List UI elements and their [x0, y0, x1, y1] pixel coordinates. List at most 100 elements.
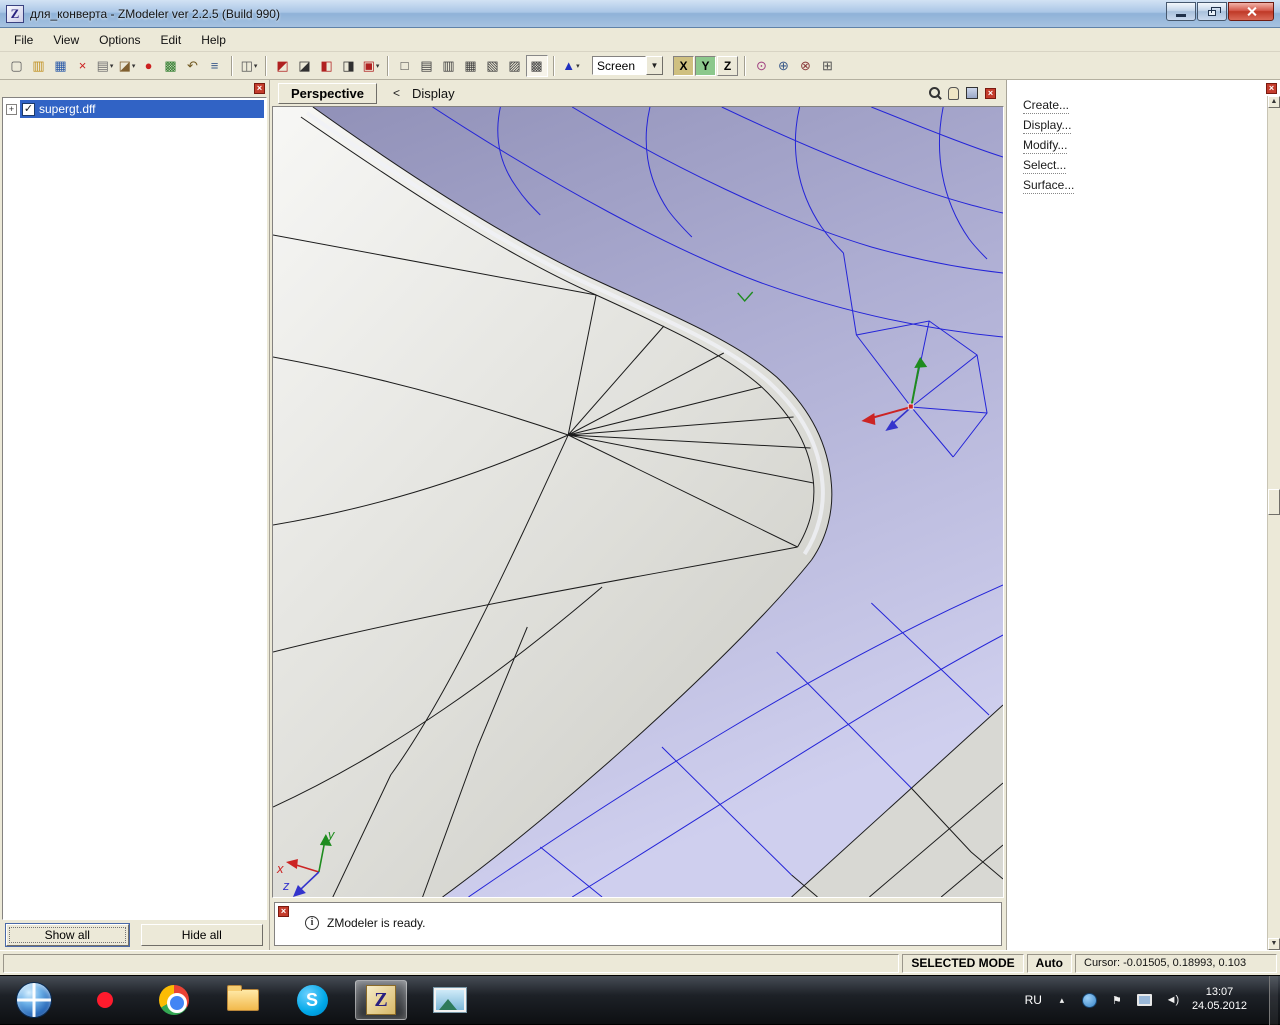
- screen-mode-value[interactable]: Screen: [592, 56, 646, 75]
- view-toggle-icon-5[interactable]: ▧: [482, 55, 504, 77]
- perspective-button[interactable]: Perspective: [278, 82, 377, 104]
- new-file-icon[interactable]: ▢: [6, 55, 28, 77]
- view-toggle-icon-4[interactable]: ▦: [460, 55, 482, 77]
- undo-icon[interactable]: ↶: [182, 55, 204, 77]
- paste-icon[interactable]: ▤ ▾: [94, 55, 116, 77]
- screen-mode-select[interactable]: Screen ▼: [592, 56, 663, 75]
- delete-icon[interactable]: ×: [72, 55, 94, 77]
- command-surface[interactable]: Surface...: [1023, 178, 1075, 194]
- pan-icon[interactable]: [948, 86, 959, 100]
- viewport-tools: ×: [929, 86, 996, 100]
- system-tray: RU ▴ ⚑ ◄) 13:07 24.05.2012: [1025, 975, 1280, 1025]
- language-indicator[interactable]: RU: [1025, 993, 1042, 1007]
- axis-z-label: z: [282, 878, 290, 893]
- select-mode-icon-2[interactable]: ◪: [294, 55, 316, 77]
- scroll-down-icon[interactable]: ▼: [1268, 938, 1280, 950]
- menu-view[interactable]: View: [43, 30, 89, 50]
- toolbar-separator: [553, 55, 555, 76]
- select-mode-icon-1[interactable]: ◩: [272, 55, 294, 77]
- filter-grid-icon[interactable]: ▩: [160, 55, 182, 77]
- axis-x-label: x: [276, 861, 284, 876]
- scene-tree-close-icon[interactable]: ×: [254, 83, 265, 94]
- titlebar: Z для_конверта - ZModeler ver 2.2.5 (Bui…: [0, 0, 1280, 28]
- axis-z-toggle[interactable]: Z: [717, 55, 738, 76]
- save-icon[interactable]: ▦: [50, 55, 72, 77]
- log-close-icon[interactable]: ×: [278, 906, 289, 917]
- axis-y-toggle[interactable]: Y: [695, 55, 716, 76]
- select-mode-icon-5[interactable]: ▣ ▾: [360, 55, 382, 77]
- layout-icon[interactable]: ◫ ▾: [238, 55, 260, 77]
- maximize-view-icon[interactable]: [966, 87, 978, 99]
- scene-item-supergt[interactable]: ✓ supergt.dff: [20, 100, 264, 118]
- axis-x-toggle[interactable]: X: [673, 55, 694, 76]
- close-button[interactable]: [1228, 2, 1274, 21]
- scroll-thumb[interactable]: [1268, 488, 1280, 515]
- commands-scrollbar[interactable]: ▲ ▼: [1267, 96, 1280, 950]
- notes-icon[interactable]: ≡: [204, 55, 226, 77]
- vertices-mode-icon[interactable]: ▲ ▾: [560, 55, 582, 77]
- maximize-button[interactable]: [1197, 2, 1227, 21]
- skype-icon[interactable]: S: [286, 980, 338, 1020]
- status-selected-mode: SELECTED MODE: [902, 953, 1024, 973]
- command-modify[interactable]: Modify...: [1023, 138, 1068, 154]
- command-create[interactable]: Create...: [1023, 98, 1070, 114]
- uv-mapper-icon[interactable]: ⊕: [773, 55, 795, 77]
- scene-tree-list[interactable]: + ✓ supergt.dff: [2, 97, 267, 920]
- toolbar-separator: [231, 55, 233, 76]
- statusbar: SELECTED MODE Auto Cursor: -0.01505, 0.1…: [0, 950, 1280, 975]
- zmodeler-taskbar-icon[interactable]: Z: [355, 980, 407, 1020]
- view-toggle-icon-2[interactable]: ▤: [416, 55, 438, 77]
- menu-edit[interactable]: Edit: [151, 30, 192, 50]
- menu-help[interactable]: Help: [191, 30, 236, 50]
- record-icon[interactable]: ●: [138, 55, 160, 77]
- hide-all-button[interactable]: Hide all: [140, 924, 263, 946]
- restore-icon: [1208, 6, 1221, 16]
- action-center-flag-icon[interactable]: ⚑: [1110, 990, 1124, 1010]
- open-folder-icon[interactable]: ▥: [28, 55, 50, 77]
- view-toggle-icon-3[interactable]: ▥: [438, 55, 460, 77]
- chrome-icon[interactable]: [148, 980, 200, 1020]
- command-display[interactable]: Display...: [1023, 118, 1072, 134]
- taskbar-clock[interactable]: 13:07 24.05.2012: [1192, 986, 1247, 1014]
- status-filler: [3, 953, 900, 973]
- import-export-icon[interactable]: ◪ ▾: [116, 55, 138, 77]
- opera-icon[interactable]: [79, 980, 131, 1020]
- display-settings-icon[interactable]: [1136, 990, 1152, 1010]
- show-desktop-button[interactable]: [1269, 975, 1278, 1025]
- toolbar: ▢ ▥ ▦ × ▤ ▾ ◪ ▾ ● ▩ ↶ ≡ ◫ ▾ ◩ ◪ ◧ ◨ ▣ ▾ □ ▤ ▥ ▦ ▧ ▨ ▩ ▲ ▾ Screen…: [0, 52, 1280, 80]
- 3d-viewport-canvas[interactable]: x y z: [272, 106, 1004, 898]
- toolbar-separator: [265, 55, 267, 76]
- combo-dropdown-icon[interactable]: ▼: [646, 56, 663, 75]
- photo-viewer-icon[interactable]: [424, 980, 476, 1020]
- minimize-button[interactable]: [1166, 2, 1196, 21]
- scroll-up-icon[interactable]: ▲: [1268, 96, 1280, 108]
- material-icon[interactable]: ⊙: [751, 55, 773, 77]
- view-toggle-icon-1[interactable]: □: [394, 55, 416, 77]
- app-icon[interactable]: Z: [6, 4, 24, 23]
- log-panel: × i ZModeler is ready.: [274, 902, 1002, 946]
- hidden-icons-chevron[interactable]: ▴: [1055, 990, 1069, 1010]
- zoom-icon[interactable]: [929, 87, 941, 99]
- network-globe-icon[interactable]: [1081, 990, 1097, 1010]
- snap-icon[interactable]: ⊞: [817, 55, 839, 77]
- visibility-checkbox[interactable]: ✓: [22, 102, 35, 116]
- view-toggle-icon-6[interactable]: ▨: [504, 55, 526, 77]
- taskbar-apps: SZ: [6, 980, 476, 1020]
- explorer-icon[interactable]: [217, 980, 269, 1020]
- log-row: i ZModeler is ready.: [305, 916, 425, 930]
- menu-file[interactable]: File: [4, 30, 43, 50]
- select-mode-icon-4[interactable]: ◨: [338, 55, 360, 77]
- select-mode-icon-3[interactable]: ◧: [316, 55, 338, 77]
- volume-icon[interactable]: ◄): [1165, 990, 1180, 1010]
- menu-options[interactable]: Options: [89, 30, 150, 50]
- viewport-back-arrow[interactable]: <: [393, 86, 400, 100]
- view-toggle-icon-7[interactable]: ▩: [526, 54, 548, 77]
- axes-tool-icon[interactable]: ⊗: [795, 55, 817, 77]
- tree-expander-icon[interactable]: +: [6, 103, 17, 115]
- viewport-display-menu[interactable]: Display: [412, 86, 455, 101]
- commands-close-icon[interactable]: ×: [1266, 83, 1277, 94]
- command-select[interactable]: Select...: [1023, 158, 1067, 174]
- viewport-close-icon[interactable]: ×: [985, 87, 996, 99]
- start-button[interactable]: [6, 980, 62, 1020]
- show-all-button[interactable]: Show all: [6, 924, 129, 946]
